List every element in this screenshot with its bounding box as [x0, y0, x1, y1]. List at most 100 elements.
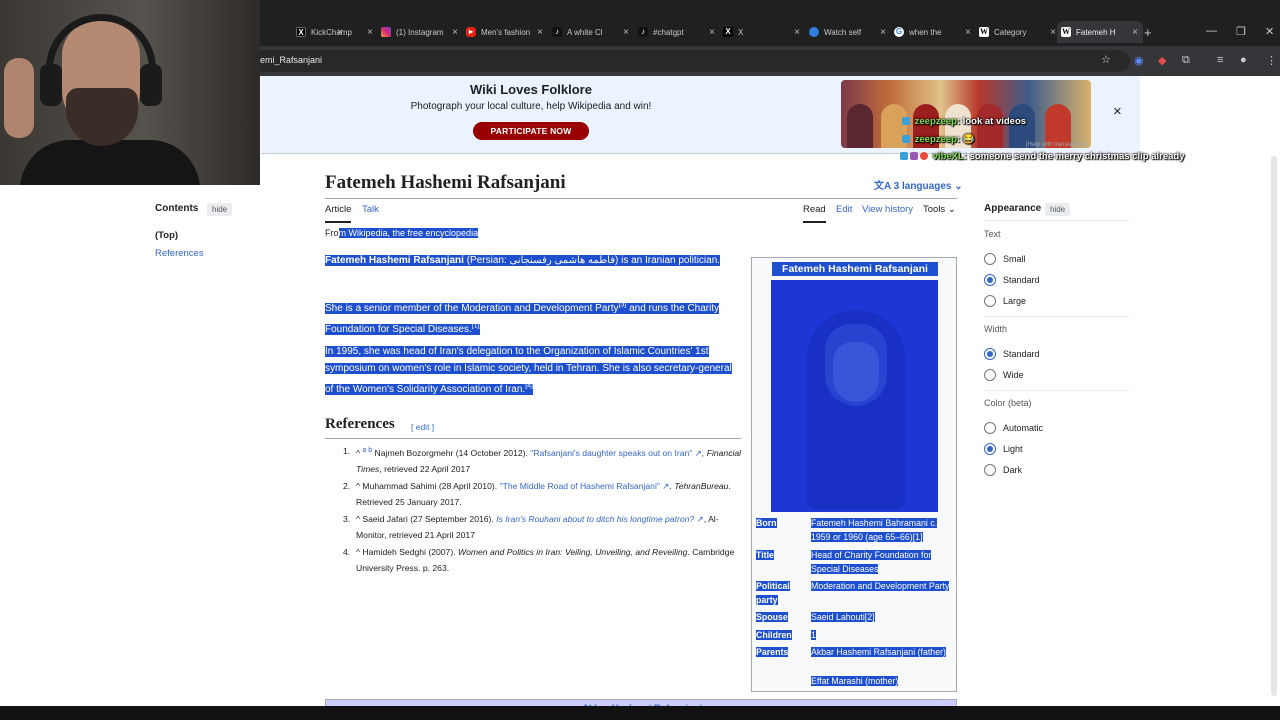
site-sub: From Wikipedia, the free encyclopedia	[325, 228, 479, 238]
browser-tab[interactable]: X X ×	[719, 21, 805, 43]
address-bar[interactable]: emi_Rafsanjani	[250, 50, 1130, 72]
browser-tab[interactable]: ▸ Men's fashion ×	[462, 21, 548, 43]
campaign-banner: Wiki Loves Folklore Photograph your loca…	[261, 76, 1140, 154]
paragraph: Fatemeh Hashemi Rafsanjani (Persian: فاط…	[325, 255, 721, 266]
tab-edit[interactable]: Edit	[836, 204, 852, 221]
webcam-overlay	[0, 0, 260, 185]
browser-tab[interactable]: ♪ A white Cl ×	[548, 21, 634, 43]
appearance-hide-button[interactable]: hide	[1045, 203, 1071, 216]
minimize-icon[interactable]: —	[1206, 25, 1217, 37]
radio-selected-icon[interactable]	[984, 348, 996, 360]
scrollbar[interactable]	[1271, 156, 1277, 696]
close-icon[interactable]: ×	[366, 27, 374, 38]
profile-icon[interactable]: ●	[1240, 54, 1247, 66]
divider	[984, 220, 1129, 221]
radio-icon[interactable]	[984, 464, 996, 476]
references-heading: References	[325, 416, 395, 432]
chat-message: zeepzeep: look at videos	[902, 116, 1026, 127]
chat-badge-icon	[920, 152, 928, 160]
wikipedia-icon: W	[979, 27, 989, 37]
citation[interactable]: [1]	[472, 323, 480, 330]
browser-tab[interactable]: G when the ×	[890, 21, 976, 43]
section-edit-link[interactable]: [ edit ]	[411, 422, 434, 432]
radio-icon[interactable]	[984, 369, 996, 381]
tehran-link[interactable]: Tehran	[566, 363, 597, 374]
external-link-icon: ↗	[659, 480, 670, 491]
browser-tab[interactable]: X KickChamp ×	[292, 21, 378, 43]
womens-association-link[interactable]: Women's Solidarity Association of Iran	[353, 384, 523, 395]
close-icon[interactable]: ×	[1131, 27, 1139, 38]
tab-view-history[interactable]: View history	[862, 204, 913, 221]
browser-tab[interactable]: W Category ×	[975, 21, 1061, 43]
extensions-puzzle-icon[interactable]: ⧉	[1182, 54, 1190, 67]
extension-icon[interactable]: ◆	[1158, 54, 1166, 67]
radio-selected-icon[interactable]	[984, 274, 996, 286]
toc-item-references[interactable]: References	[155, 248, 204, 259]
browser-tab-active[interactable]: W Fatemeh H ×	[1057, 21, 1143, 43]
browser-tab[interactable]: Watch self ×	[805, 21, 891, 43]
close-icon[interactable]: ×	[536, 27, 544, 38]
divider	[325, 438, 741, 439]
banner-close-icon[interactable]: ×	[1113, 103, 1122, 120]
close-icon[interactable]: ×	[708, 27, 716, 38]
persian-link[interactable]: فاطمه هاشمی رفسنجانی	[510, 255, 615, 266]
close-icon[interactable]: ×	[793, 27, 801, 38]
tools-menu[interactable]: Tools ⌄	[923, 204, 956, 221]
chevron-down-icon: ⌄	[947, 204, 956, 215]
reference-item: 3. ^ Saeid Jafari (27 September 2016). I…	[343, 513, 719, 540]
radio-color-light[interactable]: Light	[984, 443, 1023, 455]
close-icon[interactable]: ×	[879, 27, 887, 38]
extension-icon[interactable]: ◉	[1134, 54, 1144, 67]
new-tab-icon[interactable]: +	[1144, 25, 1152, 40]
divider	[325, 198, 957, 199]
radio-text-large[interactable]: Large	[984, 295, 1026, 307]
infobox-title: Fatemeh Hashemi Rafsanjani	[772, 262, 938, 276]
menu-dots-icon[interactable]: ⋮	[1266, 54, 1277, 67]
radio-text-standard[interactable]: Standard	[984, 274, 1040, 286]
browser-tab[interactable]: ♪ #chatgpt ×	[634, 21, 720, 43]
divider	[984, 316, 1129, 317]
restore-icon[interactable]: ❐	[1236, 25, 1246, 38]
radio-text-small[interactable]: Small	[984, 253, 1026, 265]
close-icon[interactable]: ×	[1049, 27, 1057, 38]
radio-icon[interactable]	[984, 295, 996, 307]
close-icon[interactable]: ×	[622, 27, 630, 38]
tab-article[interactable]: Article	[325, 204, 352, 223]
bookmark-star-icon[interactable]: ☆	[1101, 53, 1111, 66]
radio-icon[interactable]	[984, 422, 996, 434]
tab-talk[interactable]: Talk	[362, 204, 379, 221]
participate-button[interactable]: PARTICIPATE NOW	[473, 122, 589, 140]
page-title: Fatemeh Hashemi Rafsanjani	[325, 172, 566, 193]
radio-icon[interactable]	[984, 253, 996, 265]
radio-selected-icon[interactable]	[984, 443, 996, 455]
browser-tab[interactable]: (1) Instagram ×	[377, 21, 463, 43]
infobox-row-children: Children 1	[756, 630, 816, 640]
reference-link[interactable]: "The Middle Road of Hashemi Rafsanjani"	[500, 481, 660, 491]
infobox-row-parents-mother: Effat Marashi (mother)	[811, 676, 899, 686]
close-icon[interactable]: ×	[451, 27, 459, 38]
radio-color-automatic[interactable]: Automatic	[984, 422, 1043, 434]
chat-badge-icon	[900, 152, 908, 160]
citation[interactable]: [4]	[525, 383, 533, 390]
close-icon[interactable]: ×	[964, 27, 972, 38]
help-translations-link[interactable]: [Help with translations!]	[1026, 142, 1088, 148]
oic-link[interactable]: Organization of Islamic Countries	[543, 346, 690, 357]
party-link[interactable]: Moderation and Development Party	[461, 303, 618, 314]
reference-link[interactable]: Is Iran's Rouhani about to ditch his lon…	[496, 514, 694, 524]
radio-width-wide[interactable]: Wide	[984, 369, 1024, 381]
tiktok-icon: ♪	[552, 27, 562, 37]
infobox-portrait[interactable]	[771, 280, 938, 512]
reference-link[interactable]: "Rafsanjani's daughter speaks out on Ira…	[530, 448, 692, 458]
infobox-row-parents: Parents Akbar Hashemi Rafsanjani (father…	[756, 647, 946, 657]
x-icon: X	[723, 27, 733, 37]
radio-color-dark[interactable]: Dark	[984, 464, 1022, 476]
language-selector[interactable]: 文A 3 languages ⌄	[874, 177, 963, 192]
toc-item-top[interactable]: (Top)	[155, 230, 178, 241]
playlist-icon[interactable]: ≡	[1217, 54, 1223, 66]
watch-icon	[809, 27, 819, 37]
reference-item: 1. ^ a b Najmeh Bozorgmehr (14 October 2…	[343, 446, 742, 474]
window-close-icon[interactable]: ✕	[1265, 25, 1274, 38]
toc-hide-button[interactable]: hide	[207, 203, 233, 216]
tab-read[interactable]: Read	[803, 204, 826, 223]
radio-width-standard[interactable]: Standard	[984, 348, 1040, 360]
